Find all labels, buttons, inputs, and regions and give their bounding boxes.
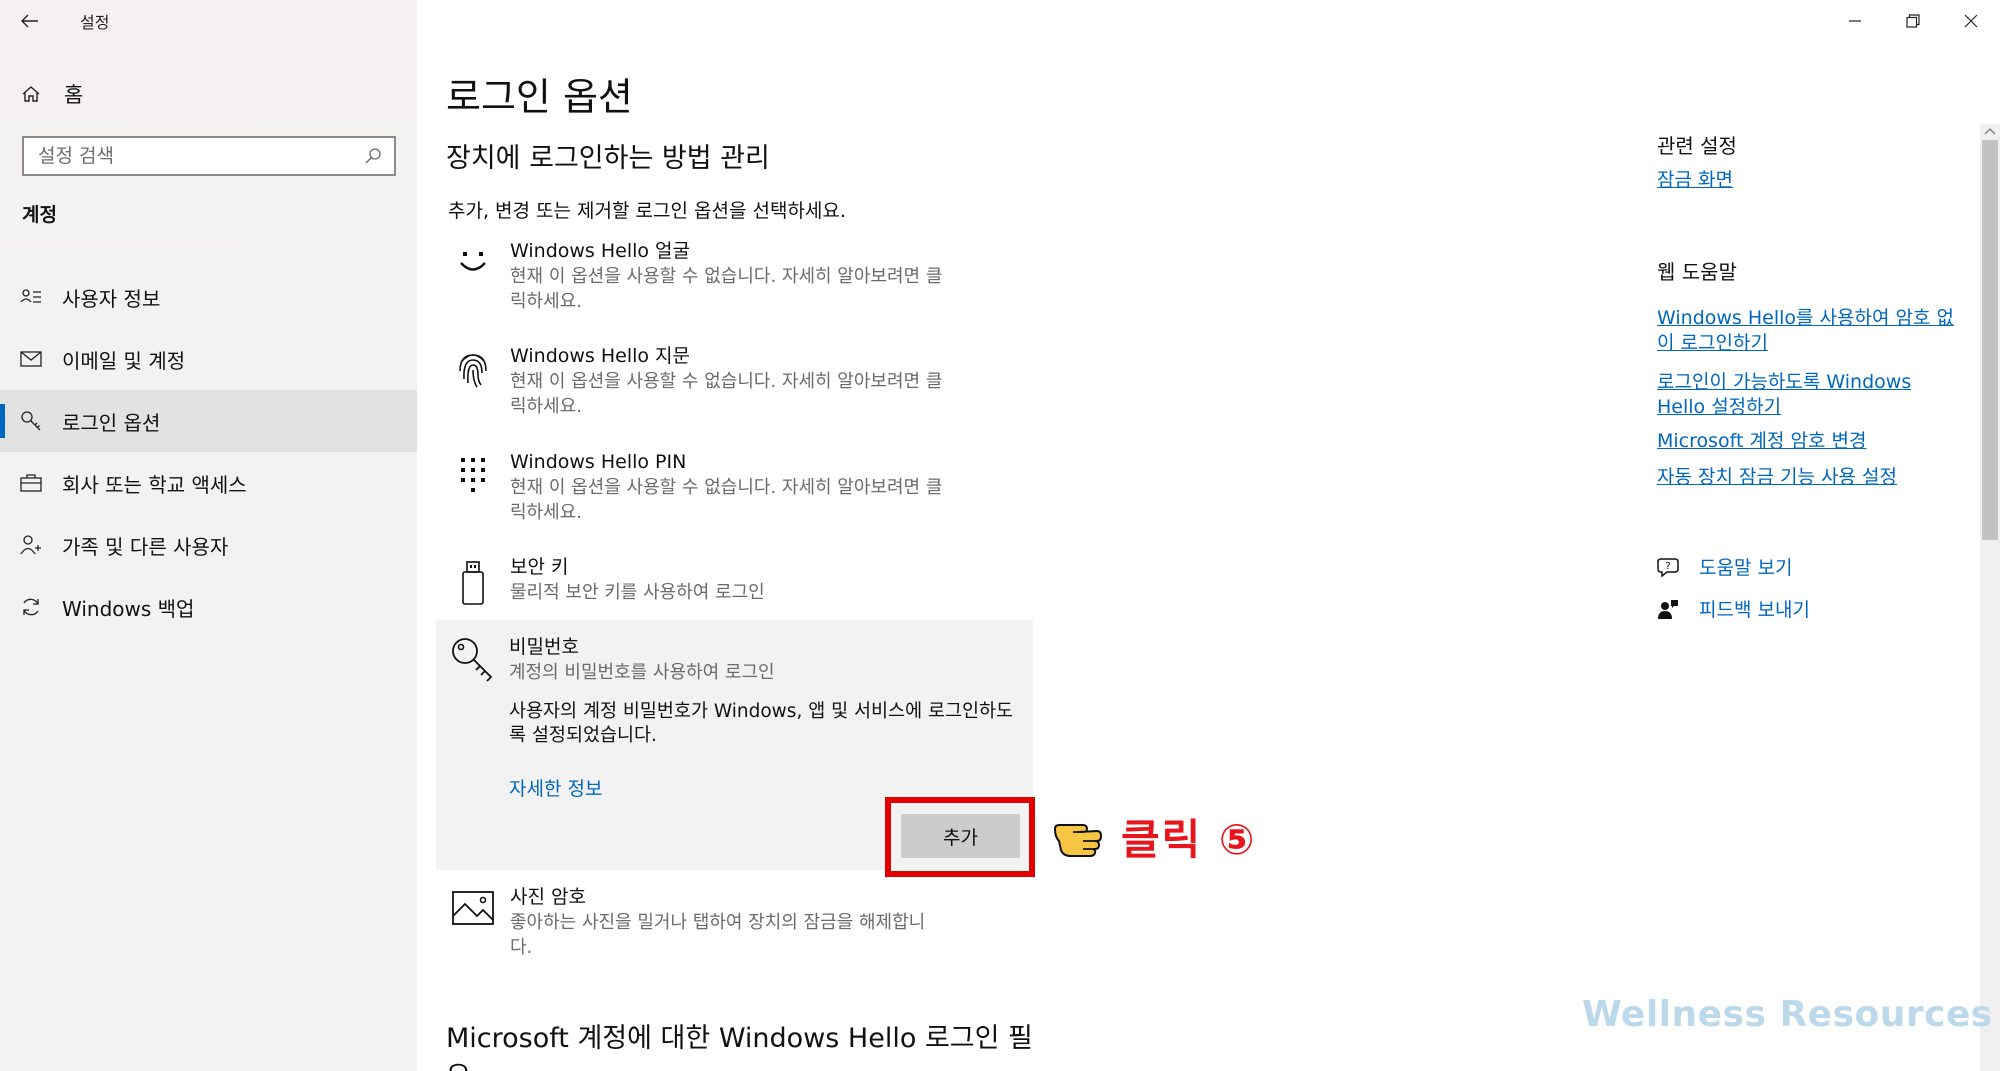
scrollbar-thumb[interactable] xyxy=(1982,140,1998,540)
help-link-dynamic-lock[interactable]: 자동 장치 잠금 기능 사용 설정 xyxy=(1657,465,1977,490)
add-password-button[interactable]: 추가 xyxy=(901,814,1020,858)
person-list-icon xyxy=(20,286,42,308)
home-label: 홈 xyxy=(64,83,84,107)
scroll-up-arrow-icon[interactable] xyxy=(1983,124,1997,138)
briefcase-icon xyxy=(20,472,42,494)
usb-key-icon xyxy=(446,554,500,606)
back-button[interactable] xyxy=(0,0,60,42)
give-feedback-action[interactable]: 피드백 보내기 xyxy=(1657,595,1810,622)
pointing-hand-icon xyxy=(1053,823,1103,857)
home-icon xyxy=(20,83,42,105)
sidebar-nav: 사용자 정보 이메일 및 계정 로그인 옵션 회사 또는 학교 액세스 가족 및… xyxy=(0,266,417,638)
intro-text: 추가, 변경 또는 제거할 로그인 옵션을 선택하세요. xyxy=(448,200,846,222)
hello-requirement-heading: Microsoft 계정에 대한 Windows Hello 로그인 필요 xyxy=(446,1023,1033,1071)
option-security-key[interactable]: 보안 키 물리적 보안 키를 사용하여 로그인 xyxy=(446,554,1026,606)
sidebar: 설정 홈 계정 사용자 정보 xyxy=(0,0,417,1071)
option-hello-pin[interactable]: Windows Hello PIN 현재 이 옵션을 사용할 수 없습니다. 자… xyxy=(446,449,1026,525)
sidebar-item-label: 회사 또는 학교 액세스 xyxy=(62,472,247,497)
home-nav-item[interactable]: 홈 xyxy=(0,72,417,116)
section-subheading: 장치에 로그인하는 방법 관리 xyxy=(446,143,770,174)
password-key-icon xyxy=(450,636,496,688)
window-controls xyxy=(1826,0,2000,42)
web-help-heading: 웹 도움말 xyxy=(1657,260,1737,284)
option-desc: 릭하세요. xyxy=(510,502,582,523)
help-link-passwordless[interactable]: Windows Hello를 사용하여 암호 없 이 로그인하기 xyxy=(1657,306,1977,356)
title-bar: 설정 xyxy=(0,0,417,42)
help-link-line: Hello 설정하기 xyxy=(1657,396,1782,418)
svg-text:?: ? xyxy=(1665,561,1670,572)
sidebar-item-windows-backup[interactable]: Windows 백업 xyxy=(0,576,417,638)
page-title: 로그인 옵션 xyxy=(446,75,633,119)
help-link-line: Windows Hello를 사용하여 암호 없 xyxy=(1657,307,1954,329)
password-title: 비밀번호 xyxy=(509,636,579,658)
option-title: 보안 키 xyxy=(510,556,569,578)
help-link-change-password[interactable]: Microsoft 계정 암호 변경 xyxy=(1657,429,1977,454)
option-desc: 현재 이 옵션을 사용할 수 없습니다. 자세히 알아보려면 클 xyxy=(510,371,943,392)
app-title: 설정 xyxy=(80,13,110,32)
minimize-icon xyxy=(1849,20,1861,22)
close-button[interactable] xyxy=(1942,0,2000,42)
sidebar-item-email-accounts[interactable]: 이메일 및 계정 xyxy=(0,328,417,390)
pin-keypad-icon xyxy=(446,449,500,525)
section-heading-accounts: 계정 xyxy=(22,204,57,226)
option-title: 사진 암호 xyxy=(510,886,586,908)
option-hello-face[interactable]: Windows Hello 얼굴 현재 이 옵션을 사용할 수 없습니다. 자세… xyxy=(446,238,1026,314)
search-icon[interactable] xyxy=(364,147,382,165)
click-annotation: 클릭 ⑤ xyxy=(1053,806,1256,867)
sidebar-item-sign-in-options[interactable]: 로그인 옵션 xyxy=(0,390,417,452)
option-desc: 현재 이 옵션을 사용할 수 없습니다. 자세히 알아보려면 클 xyxy=(510,477,943,498)
sidebar-item-label: 이메일 및 계정 xyxy=(62,348,186,373)
settings-search-box[interactable] xyxy=(22,136,396,176)
option-picture-password[interactable]: 사진 암호 좋아하는 사진을 밀거나 탭하여 장치의 잠금을 해제합니 다. xyxy=(446,884,1026,960)
option-desc: 릭하세요. xyxy=(510,291,582,312)
help-link-line: 자동 장치 잠금 기능 사용 설정 xyxy=(1657,466,1897,488)
sidebar-item-label: 사용자 정보 xyxy=(62,286,161,311)
option-desc: 좋아하는 사진을 밀거나 탭하여 장치의 잠금을 해제합니 xyxy=(510,912,926,933)
related-settings-heading: 관련 설정 xyxy=(1657,134,1737,158)
password-detail: 사용자의 계정 비밀번호가 Windows, 앱 및 서비스에 로그인하도록 설… xyxy=(509,701,1014,746)
option-desc: 물리적 보안 키를 사용하여 로그인 xyxy=(510,582,765,603)
settings-search-input[interactable] xyxy=(38,145,338,167)
sidebar-item-work-school[interactable]: 회사 또는 학교 액세스 xyxy=(0,452,417,514)
help-link-line: 로그인이 가능하도록 Windows xyxy=(1657,371,1912,393)
option-desc: 릭하세요. xyxy=(510,396,582,417)
get-help-action[interactable]: ? 도움말 보기 xyxy=(1657,553,1792,580)
picture-icon xyxy=(446,884,500,960)
back-arrow-icon xyxy=(21,14,38,28)
mail-icon xyxy=(20,348,42,370)
key-icon xyxy=(20,410,42,432)
option-title: Windows Hello 지문 xyxy=(510,345,691,367)
password-desc: 계정의 비밀번호를 사용하여 로그인 xyxy=(509,662,775,683)
sidebar-item-label: Windows 백업 xyxy=(62,596,195,621)
option-hello-fingerprint[interactable]: Windows Hello 지문 현재 이 옵션을 사용할 수 없습니다. 자세… xyxy=(446,343,1026,419)
close-icon xyxy=(1964,14,1978,28)
sidebar-item-label: 가족 및 다른 사용자 xyxy=(62,534,229,559)
sidebar-item-family-users[interactable]: 가족 및 다른 사용자 xyxy=(0,514,417,576)
restore-button[interactable] xyxy=(1884,0,1942,42)
help-chat-icon: ? xyxy=(1657,557,1679,578)
option-desc: 다. xyxy=(510,937,533,958)
click-annotation-text: 클릭 ⑤ xyxy=(1121,815,1257,864)
sync-icon xyxy=(20,596,42,618)
minimize-button[interactable] xyxy=(1826,0,1884,42)
fingerprint-icon xyxy=(446,343,500,419)
watermark: Wellness Resources xyxy=(1582,994,1993,1035)
person-add-icon xyxy=(20,534,42,556)
help-link-line: 이 로그인하기 xyxy=(1657,332,1768,354)
help-link-setup-hello[interactable]: 로그인이 가능하도록 Windows Hello 설정하기 xyxy=(1657,370,1977,420)
give-feedback-label: 피드백 보내기 xyxy=(1699,599,1810,621)
option-desc: 현재 이 옵션을 사용할 수 없습니다. 자세히 알아보려면 클 xyxy=(510,266,943,287)
help-link-line: Microsoft 계정 암호 변경 xyxy=(1657,430,1867,452)
smile-face-icon xyxy=(446,238,500,314)
restore-icon xyxy=(1906,14,1920,28)
lock-screen-link[interactable]: 잠금 화면 xyxy=(1657,168,1977,193)
feedback-person-icon xyxy=(1658,599,1678,619)
sidebar-item-your-info[interactable]: 사용자 정보 xyxy=(0,266,417,328)
sidebar-item-label: 로그인 옵션 xyxy=(62,410,161,435)
learn-more-link[interactable]: 자세한 정보 xyxy=(509,774,602,801)
option-title: Windows Hello 얼굴 xyxy=(510,240,691,262)
get-help-label: 도움말 보기 xyxy=(1699,557,1793,579)
option-title: Windows Hello PIN xyxy=(510,451,687,473)
